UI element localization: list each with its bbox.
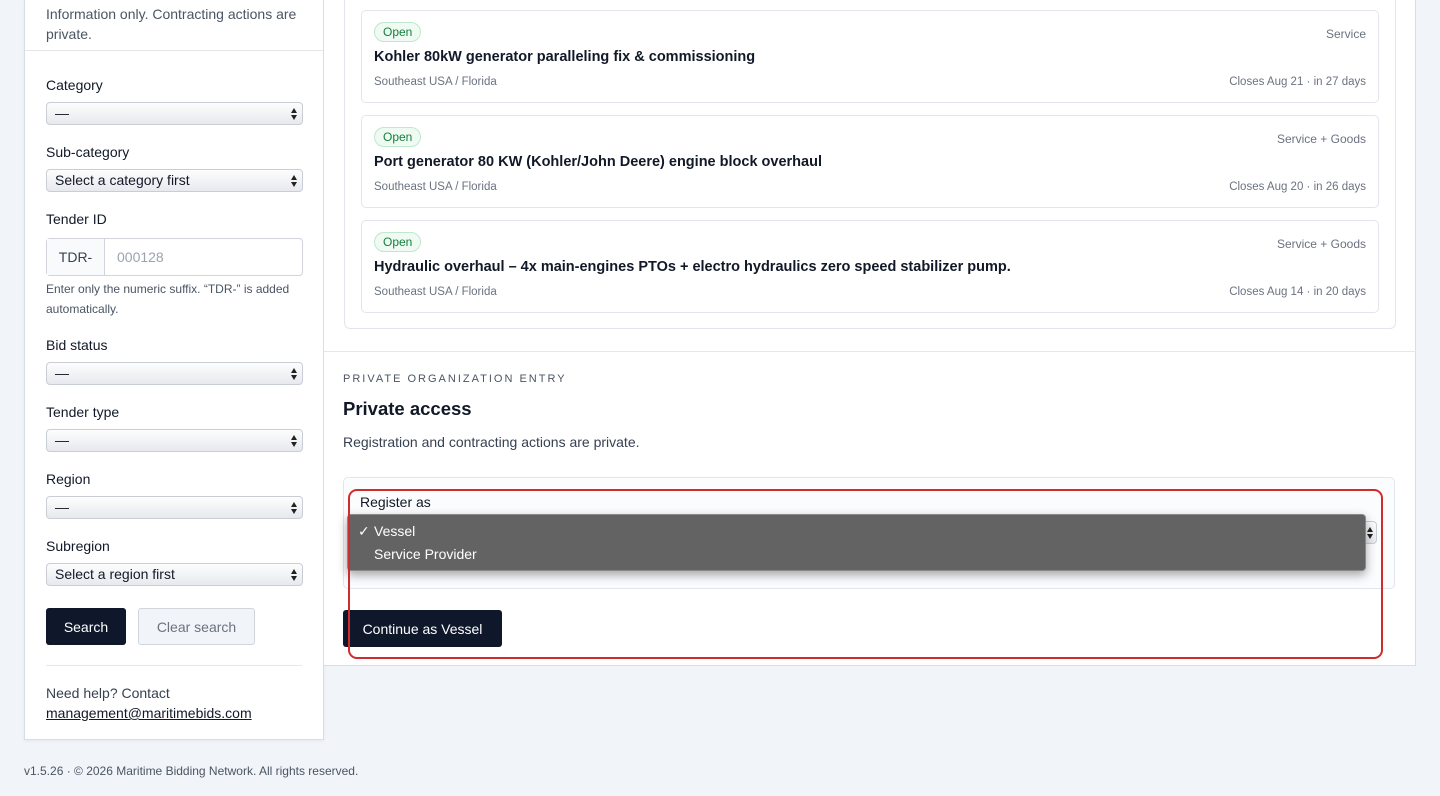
select-arrows-icon xyxy=(291,569,297,581)
bid-status-value: — xyxy=(55,365,69,381)
help-text: Need help? Contact management@maritimebi… xyxy=(46,683,252,723)
section-eyebrow: PRIVATE ORGANIZATION ENTRY xyxy=(343,373,567,385)
option-label: Service Provider xyxy=(374,546,477,562)
region-select[interactable]: — xyxy=(46,496,303,519)
tender-type-label: Tender type xyxy=(46,404,120,420)
checkmark-icon: ✓ xyxy=(358,523,370,539)
bid-status-select[interactable]: — xyxy=(46,362,303,385)
tender-id-label: Tender ID xyxy=(46,211,107,227)
category-value: — xyxy=(55,105,69,121)
select-arrows-icon xyxy=(291,368,297,380)
subregion-label: Subregion xyxy=(46,538,110,554)
region-value: — xyxy=(55,499,69,515)
select-arrows-icon xyxy=(291,175,297,187)
option-label: Vessel xyxy=(374,523,416,539)
register-as-label: Register as xyxy=(360,494,431,510)
tender-type-value: — xyxy=(55,432,69,448)
divider xyxy=(25,50,323,51)
help-label: Need help? Contact xyxy=(46,685,170,701)
section-title: Private access xyxy=(343,398,472,419)
continue-button[interactable]: Continue as Vessel xyxy=(343,610,502,647)
filter-sidebar: Information only. Contracting actions ar… xyxy=(24,0,324,740)
subregion-select[interactable]: Select a region first xyxy=(46,563,303,586)
subcategory-select[interactable]: Select a category first xyxy=(46,169,303,192)
register-as-dropdown: ✓ Vessel Service Provider xyxy=(347,514,1366,571)
select-arrows-icon xyxy=(291,108,297,120)
subcategory-label: Sub-category xyxy=(46,144,130,160)
divider xyxy=(46,665,302,666)
tender-id-group: TDR- xyxy=(46,238,303,276)
private-access-section: PRIVATE ORGANIZATION ENTRY Private acces… xyxy=(323,0,1416,668)
tender-id-prefix: TDR- xyxy=(47,239,105,275)
help-email-link[interactable]: management@maritimebids.com xyxy=(46,703,252,723)
clear-search-button[interactable]: Clear search xyxy=(138,608,255,645)
divider xyxy=(323,351,1416,352)
subcategory-value: Select a category first xyxy=(55,172,190,188)
bid-status-label: Bid status xyxy=(46,337,108,353)
footer-text: v1.5.26 · © 2026 Maritime Bidding Networ… xyxy=(24,764,359,778)
tender-type-select[interactable]: — xyxy=(46,429,303,452)
search-button[interactable]: Search xyxy=(46,608,126,645)
tender-id-hint: Enter only the numeric suffix. “TDR-” is… xyxy=(46,282,290,316)
tender-id-input[interactable] xyxy=(105,239,302,275)
category-select[interactable]: — xyxy=(46,102,303,125)
select-arrows-icon xyxy=(291,435,297,447)
select-arrows-icon xyxy=(1367,527,1373,539)
info-text: Information only. Contracting actions ar… xyxy=(46,6,297,42)
category-label: Category xyxy=(46,77,103,93)
option-service-provider[interactable]: Service Provider xyxy=(348,543,1365,565)
subregion-value: Select a region first xyxy=(55,566,175,582)
select-arrows-icon xyxy=(291,502,297,514)
option-vessel[interactable]: ✓ Vessel xyxy=(348,520,1365,542)
section-description: Registration and contracting actions are… xyxy=(343,434,640,450)
region-label: Region xyxy=(46,471,91,487)
